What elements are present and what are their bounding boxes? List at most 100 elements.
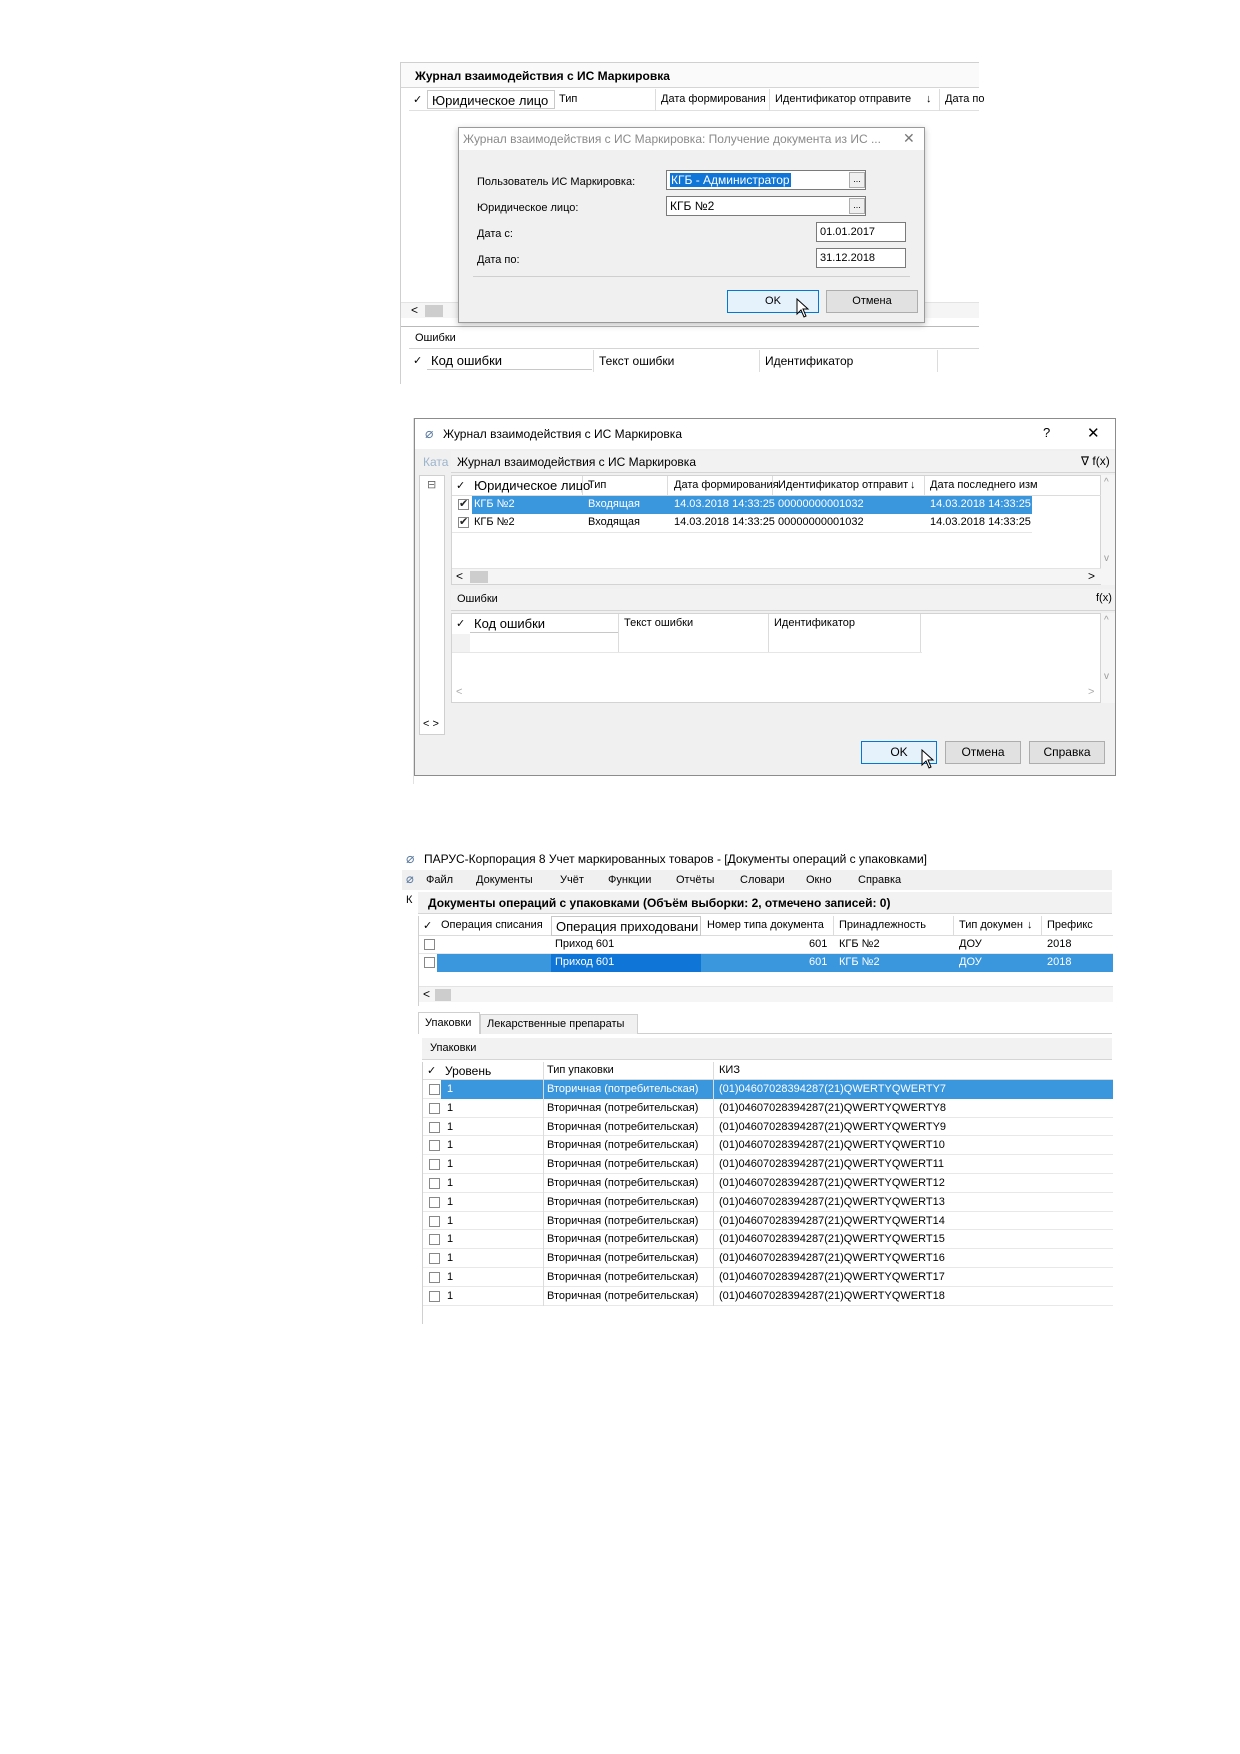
errors-scroll-left-icon[interactable]: < (456, 686, 462, 698)
errors-header-id[interactable]: Идентификатор (774, 617, 855, 629)
menu-accounting[interactable]: Учёт (560, 874, 584, 886)
menu-dictionaries[interactable]: Словари (740, 874, 785, 886)
table-row[interactable]: Приход 601 601 КГБ №2 ДОУ 2018 (419, 954, 1113, 972)
packs-header-level[interactable]: Уровень (445, 1064, 491, 1078)
header-type[interactable]: Тип (588, 479, 606, 491)
menu-functions[interactable]: Функции (608, 874, 651, 886)
menu-help[interactable]: Справка (858, 874, 901, 886)
menu-reports[interactable]: Отчёты (676, 874, 714, 886)
row-checkbox[interactable] (429, 1215, 440, 1227)
date-to-input[interactable]: 31.12.2018 (816, 248, 906, 268)
row-checkbox[interactable] (424, 939, 435, 950)
table-row[interactable]: 1 Вторичная (потребительская) (01)04607028… (423, 1286, 1113, 1306)
header-sender-id[interactable]: Идентификатор отправите (775, 93, 925, 105)
scroll-left-icon[interactable]: < (411, 303, 418, 317)
row-checkbox[interactable] (429, 1159, 440, 1171)
packs-header-type[interactable]: Тип упаковки (547, 1064, 614, 1076)
table-row[interactable]: 1 Вторичная (потребительская) (01)04607028… (423, 1230, 1113, 1250)
formula-icon[interactable]: f(x) (1096, 592, 1112, 604)
row-checkbox[interactable] (424, 957, 435, 968)
splitter[interactable] (401, 326, 979, 327)
header-date-to[interactable]: Дата по (945, 93, 985, 105)
row-checkbox[interactable] (429, 1272, 440, 1283)
scroll-thumb[interactable] (435, 989, 451, 1001)
help-icon[interactable]: ? (1043, 425, 1050, 440)
tree-collapse-icon[interactable]: ⊟ (427, 478, 436, 491)
header-writeoff-op[interactable]: Операция списания (441, 919, 543, 931)
legal-entity-input[interactable]: КГБ №2 (666, 196, 866, 216)
cancel-button[interactable]: Отмена (826, 290, 918, 313)
scroll-left-icon[interactable]: < (456, 569, 463, 583)
header-check[interactable]: ✓ (423, 919, 432, 932)
header-check[interactable]: ✓ (456, 479, 465, 492)
help-button[interactable]: Справка (1029, 741, 1105, 764)
journal-hscroll[interactable]: < > (452, 568, 1102, 584)
table-row[interactable]: 1 Вторичная (потребительская) (01)04607028… (423, 1117, 1113, 1137)
documents-hscroll[interactable]: < (419, 986, 1113, 1002)
scroll-up-icon[interactable]: ^ (1104, 477, 1109, 488)
header-owner[interactable]: Принадлежность (839, 919, 926, 931)
row-checkbox[interactable] (429, 1196, 440, 1208)
scroll-left-icon[interactable]: < (423, 987, 430, 1001)
user-picker-button[interactable]: ... (849, 172, 865, 188)
sort-arrow-icon[interactable]: ↓ (910, 479, 916, 491)
menu-file[interactable]: Файл (426, 874, 453, 886)
table-row[interactable]: 1 Вторичная (потребительская) (01)04607028… (423, 1192, 1113, 1212)
errors-header-check[interactable]: ✓ (413, 354, 422, 367)
table-row[interactable]: 1 Вторичная (потребительская) (01)04607028… (423, 1136, 1113, 1156)
row-checkbox[interactable] (429, 1253, 440, 1265)
row-checkbox[interactable] (429, 1234, 440, 1246)
header-prefix[interactable]: Префикс (1047, 919, 1093, 931)
close-icon[interactable]: ✕ (1087, 424, 1100, 442)
row-checkbox[interactable] (458, 497, 469, 510)
errors-header-id[interactable]: Идентификатор (765, 354, 853, 368)
table-row[interactable]: 1 Вторичная (потребительская) (01)04607028… (423, 1155, 1113, 1174)
errors-header-text[interactable]: Текст ошибки (599, 354, 674, 368)
scroll-thumb[interactable] (470, 571, 488, 583)
scroll-up-icon[interactable]: ^ (1104, 615, 1109, 626)
legal-entity-picker-button[interactable]: ... (849, 198, 865, 214)
table-row[interactable]: 1 Вторичная (потребительская) (01)04607028… (423, 1211, 1113, 1231)
scroll-down-icon[interactable]: v (1104, 671, 1109, 682)
dialog-close-icon[interactable]: ✕ (903, 130, 915, 147)
scroll-thumb[interactable] (425, 305, 443, 317)
sort-arrow-icon[interactable]: ↓ (926, 93, 932, 105)
table-row[interactable]: 1 Вторичная (потребительская) (01)04607028… (423, 1080, 1113, 1099)
cancel-button[interactable]: Отмена (945, 741, 1021, 764)
table-row[interactable]: Приход 601 601 КГБ №2 ДОУ 2018 (419, 936, 1113, 954)
header-sender-id[interactable]: Идентификатор отправите (778, 479, 908, 491)
header-last-changed[interactable]: Дата последнего изм (930, 479, 1040, 491)
packs-header-check[interactable]: ✓ (427, 1064, 436, 1077)
menu-documents[interactable]: Документы (476, 874, 533, 886)
user-input[interactable]: КГБ - Администратор (666, 170, 866, 190)
row-checkbox[interactable] (429, 1140, 440, 1152)
errors-scroll-right-icon[interactable]: > (1088, 686, 1094, 698)
errors-header-check[interactable]: ✓ (456, 617, 465, 630)
filter-formula-icons[interactable]: ∇ f(x) (1081, 454, 1110, 468)
packs-header-kiz[interactable]: КИЗ (719, 1064, 740, 1076)
menu-window[interactable]: Окно (806, 874, 832, 886)
journal-vscroll[interactable]: ^ v (1101, 475, 1115, 585)
table-row[interactable]: 1 Вторичная (потребительская) (01)04607028… (423, 1268, 1113, 1287)
tree-nav-arrows[interactable]: < > (423, 718, 439, 730)
table-row[interactable]: 1 Вторичная (потребительская) (01)04607028… (423, 1098, 1113, 1118)
row-checkbox[interactable] (429, 1178, 440, 1189)
tab-medicines[interactable]: Лекарственные препараты (480, 1014, 638, 1034)
sort-arrow-icon[interactable]: ↓ (1027, 919, 1033, 931)
table-row[interactable]: 1 Вторичная (потребительская) (01)04607028… (423, 1174, 1113, 1193)
header-doctype[interactable]: Тип докумен (959, 919, 1025, 931)
errors-header-code-box[interactable]: Код ошибки (427, 351, 592, 370)
row-checkbox[interactable] (429, 1102, 440, 1114)
table-row[interactable]: КГБ №2 Входящая 14.03.2018 14:33:25 0000… (452, 496, 1102, 514)
header-income-op-box[interactable]: Операция приходовани (551, 916, 701, 936)
errors-header-text[interactable]: Текст ошибки (624, 617, 693, 629)
scroll-down-icon[interactable]: v (1104, 553, 1109, 564)
row-checkbox[interactable] (429, 1121, 440, 1133)
tab-packages[interactable]: Упаковки (418, 1012, 480, 1034)
row-checkbox[interactable] (429, 1084, 440, 1095)
header-type[interactable]: Тип (559, 93, 577, 105)
scroll-right-icon[interactable]: > (1088, 569, 1095, 583)
header-date-formed[interactable]: Дата формирования (674, 479, 779, 491)
row-checkbox[interactable] (458, 515, 469, 528)
table-row[interactable]: КГБ №2 Входящая 14.03.2018 14:33:25 0000… (452, 514, 1102, 532)
